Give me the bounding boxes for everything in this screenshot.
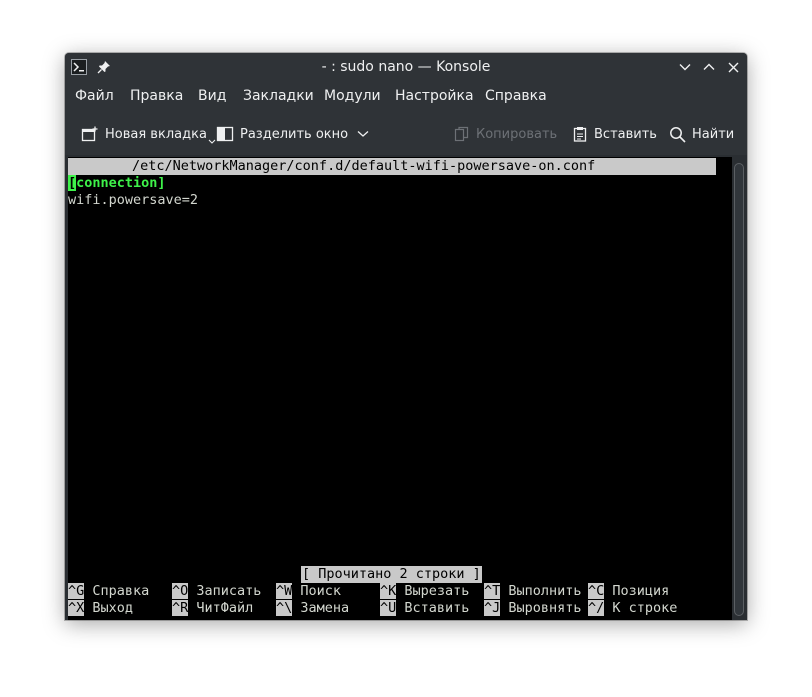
shortcut-label: К строке	[612, 600, 678, 616]
shortcut-key: ^T	[484, 583, 501, 599]
text-line-1: [connection]	[68, 175, 166, 192]
shortcut-read-file[interactable]: ^R ЧитФайл	[172, 600, 253, 617]
shortcut-label: Замена	[300, 600, 350, 616]
copy-button[interactable]: Копировать	[454, 124, 557, 144]
terminal-view[interactable]: /etc/NetworkManager/conf.d/default-wifi-…	[68, 157, 732, 620]
shortcut-justify[interactable]: ^J Выровнять	[484, 600, 582, 617]
shortcut-paste[interactable]: ^U Вставить	[380, 600, 469, 617]
konsole-window: - : sudo nano — Konsole Файл Правка Вид …	[65, 53, 747, 620]
find-button[interactable]: Найти	[669, 124, 734, 144]
menu-view[interactable]: Вид	[198, 87, 226, 105]
shortcut-label: Вставить	[404, 600, 470, 616]
nano-title-bar: /etc/NetworkManager/conf.d/default-wifi-…	[68, 158, 716, 175]
shortcut-label: Справка	[92, 583, 150, 599]
shortcut-position[interactable]: ^C Позиция	[588, 583, 669, 600]
section-header: connection]	[76, 175, 166, 191]
status-message: [ Прочитано 2 строки ]	[301, 566, 482, 583]
menu-bookmarks[interactable]: Закладки	[243, 87, 314, 105]
shortcut-write[interactable]: ^O Записать	[172, 583, 261, 600]
shortcut-search[interactable]: ^W Поиск	[276, 583, 341, 600]
shortcut-key: ^K	[380, 583, 397, 599]
shortcut-cut[interactable]: ^K Вырезать	[380, 583, 469, 600]
shortcut-execute[interactable]: ^T Выполнить	[484, 583, 582, 600]
menu-file[interactable]: Файл	[75, 87, 114, 105]
menu-settings[interactable]: Настройка	[395, 87, 474, 105]
new-tab-icon	[81, 126, 98, 142]
minimize-button[interactable]	[676, 58, 694, 76]
shortcut-label: Поиск	[300, 583, 342, 599]
find-label: Найти	[692, 126, 735, 142]
shortcut-key: ^C	[588, 583, 605, 599]
menu-bar: Файл Правка Вид Закладки Модули Настройк…	[65, 81, 747, 111]
search-icon	[670, 126, 686, 143]
shortcut-label: Выход	[92, 600, 134, 616]
new-tab-label: Новая вкладка	[105, 126, 207, 142]
title-bar[interactable]: - : sudo nano — Konsole	[65, 53, 747, 81]
shortcut-label: ЧитФайл	[196, 600, 254, 616]
shortcut-key: ^G	[68, 583, 85, 599]
chevron-down-icon[interactable]	[357, 130, 369, 138]
shortcut-key: ^J	[484, 600, 501, 616]
maximize-button[interactable]	[700, 58, 718, 76]
copy-icon	[454, 126, 469, 142]
chevron-down-icon[interactable]	[208, 139, 216, 145]
shortcut-key: ^O	[172, 583, 189, 599]
shortcut-label: Позиция	[612, 583, 670, 599]
shortcut-help[interactable]: ^G Справка	[68, 583, 149, 600]
shortcut-key: ^/	[588, 600, 605, 616]
shortcut-exit[interactable]: ^X Выход	[68, 600, 133, 617]
shortcut-go-to-line[interactable]: ^/ К строке	[588, 600, 677, 617]
scrollbar-track[interactable]	[734, 163, 744, 616]
menu-help[interactable]: Справка	[485, 87, 547, 105]
shortcut-key: ^W	[276, 583, 293, 599]
window-title: - : sudo nano — Konsole	[321, 59, 491, 75]
copy-label: Копировать	[476, 126, 558, 142]
shortcut-label: Вырезать	[404, 583, 470, 599]
split-view-button[interactable]: Разделить окно	[216, 124, 375, 144]
close-button[interactable]	[724, 58, 742, 76]
shortcut-key: ^\	[276, 600, 293, 616]
shortcut-key: ^U	[380, 600, 397, 616]
text-cursor: [	[68, 175, 77, 191]
shortcut-replace[interactable]: ^\ Замена	[276, 600, 349, 617]
split-view-label: Разделить окно	[240, 126, 349, 142]
toolbar: Новая вкладка Разделить окно Копировать	[65, 111, 747, 155]
shortcut-label: Выполнить	[508, 583, 582, 599]
menu-edit[interactable]: Правка	[130, 87, 183, 105]
shortcut-key: ^X	[68, 600, 85, 616]
text-line-2: wifi.powersave=2	[68, 192, 199, 208]
shortcut-label: Выровнять	[508, 600, 582, 616]
file-path: /etc/NetworkManager/conf.d/default-wifi-…	[132, 158, 596, 174]
paste-icon	[573, 127, 587, 142]
paste-label: Вставить	[594, 126, 657, 142]
split-view-icon	[216, 126, 234, 142]
shortcut-key: ^R	[172, 600, 189, 616]
terminal-scrollbar[interactable]	[732, 157, 747, 620]
shortcut-label: Записать	[196, 583, 262, 599]
new-tab-button[interactable]: Новая вкладка	[81, 124, 222, 144]
paste-button[interactable]: Вставить	[572, 124, 657, 144]
menu-plugins[interactable]: Модули	[324, 87, 381, 105]
